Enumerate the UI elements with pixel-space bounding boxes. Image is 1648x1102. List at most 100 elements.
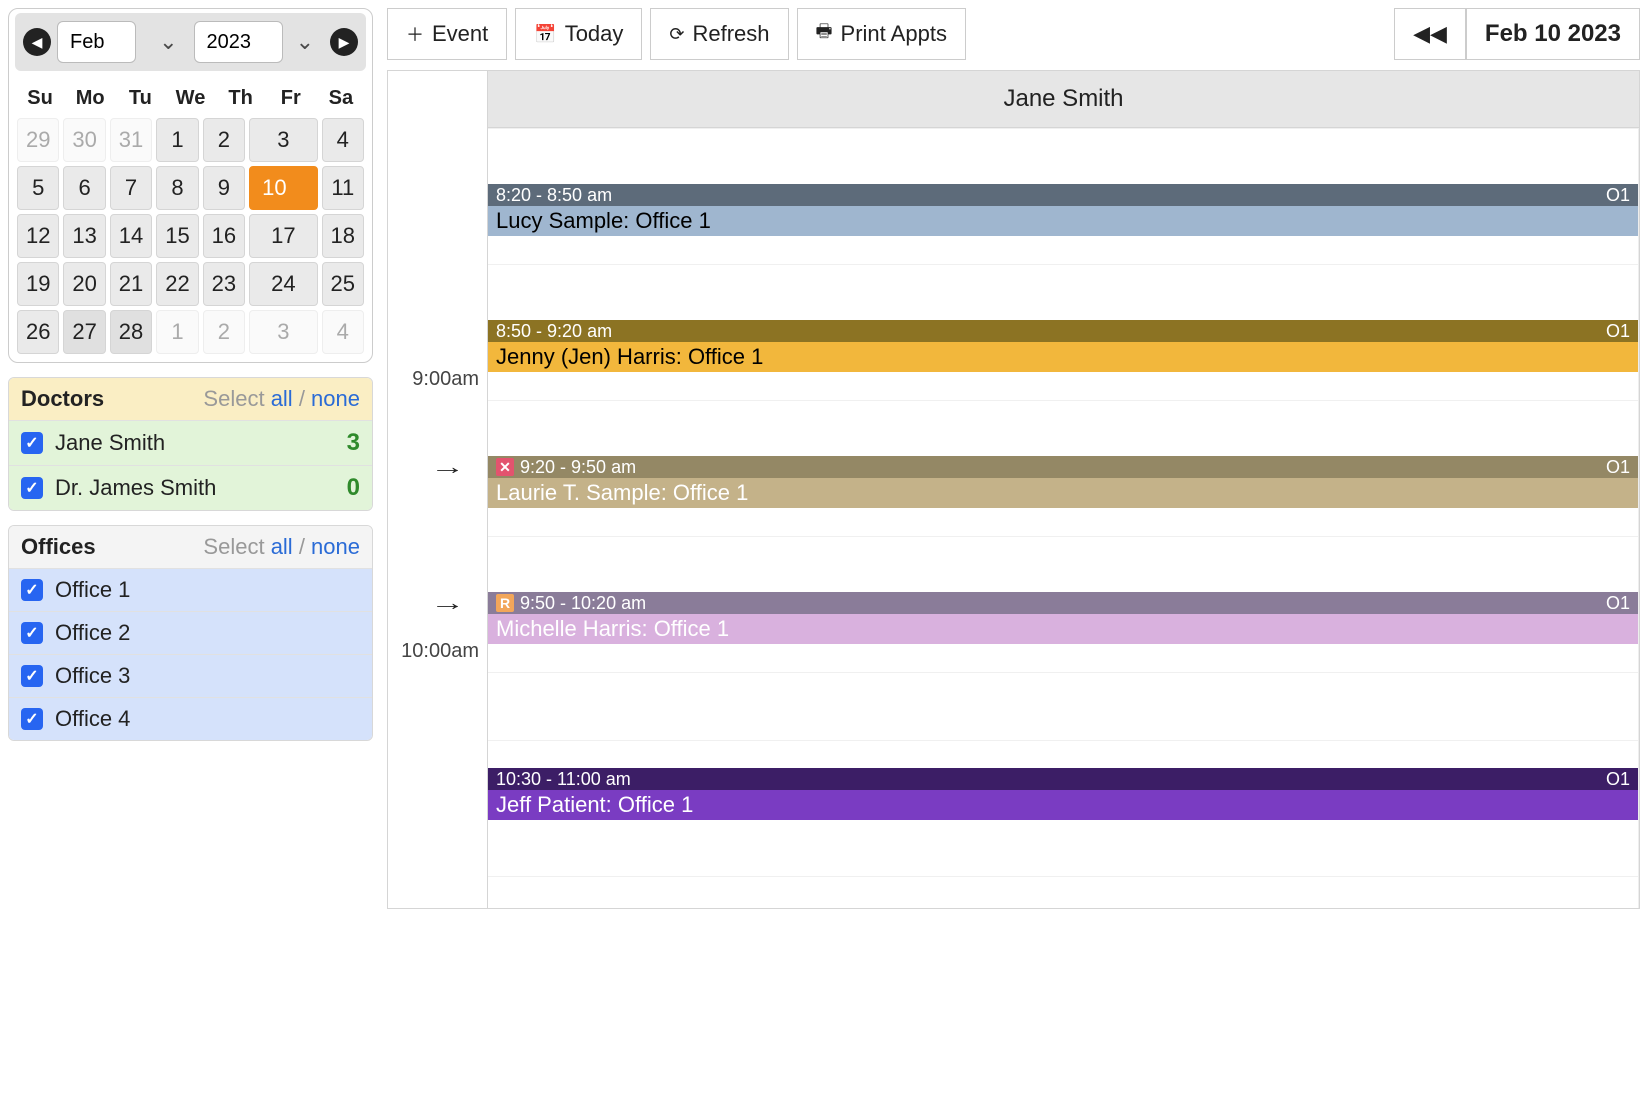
cal-day[interactable]: 1 bbox=[156, 118, 198, 162]
office-name: Office 4 bbox=[55, 706, 130, 732]
cal-dow: Su bbox=[15, 81, 65, 116]
offices-select-all[interactable]: all bbox=[271, 534, 293, 559]
cal-day[interactable]: 24 bbox=[249, 262, 317, 306]
doctor-name: Dr. James Smith bbox=[55, 475, 216, 501]
appointment[interactable]: 8:20 - 8:50 am O1Lucy Sample: Office 1 bbox=[488, 184, 1638, 312]
checkbox[interactable] bbox=[21, 622, 43, 644]
cal-day[interactable]: 21 bbox=[110, 262, 152, 306]
cal-day[interactable]: 11 bbox=[322, 166, 364, 210]
cal-day[interactable]: 4 bbox=[322, 310, 364, 354]
cal-day[interactable]: 4 bbox=[322, 118, 364, 162]
doctors-title: Doctors bbox=[21, 386, 104, 412]
doctors-select-all[interactable]: all bbox=[271, 386, 293, 411]
doctors-select-none[interactable]: none bbox=[311, 386, 360, 411]
cal-day[interactable]: 27 bbox=[63, 310, 105, 354]
office-row[interactable]: Office 2 bbox=[9, 611, 372, 654]
hour-label: 10:00am bbox=[401, 640, 479, 663]
cal-day[interactable]: 12 bbox=[17, 214, 59, 258]
cal-day[interactable]: 7 bbox=[110, 166, 152, 210]
offices-title: Offices bbox=[21, 534, 96, 560]
appt-office-tag: O1 bbox=[1606, 185, 1630, 206]
doctors-select-links: Select all / none bbox=[203, 386, 360, 412]
schedule-column[interactable]: 8:20 - 8:50 amO1Lucy Sample: Office 18:5… bbox=[488, 128, 1639, 908]
doctor-name: Jane Smith bbox=[55, 430, 165, 456]
office-name: Office 1 bbox=[55, 577, 130, 603]
offices-select-none[interactable]: none bbox=[311, 534, 360, 559]
cal-day[interactable]: 8 bbox=[156, 166, 198, 210]
cal-day[interactable]: 31 bbox=[110, 118, 152, 162]
office-name: Office 3 bbox=[55, 663, 130, 689]
cal-day[interactable]: 25 bbox=[322, 262, 364, 306]
today-button[interactable]: 📅Today bbox=[515, 8, 642, 60]
checkbox[interactable] bbox=[21, 432, 43, 454]
appt-flag-icon: R bbox=[496, 594, 514, 612]
appointment[interactable]: 10:30 - 11:00 amO1Jeff Patient: Office 1 bbox=[488, 768, 1638, 908]
cal-day[interactable]: 18 bbox=[322, 214, 364, 258]
current-date-button[interactable]: Feb 10 2023 bbox=[1466, 8, 1640, 60]
appt-office-tag: O1 bbox=[1606, 769, 1630, 790]
cal-dow: Tu bbox=[115, 81, 165, 116]
cal-day[interactable]: 6 bbox=[63, 166, 105, 210]
event-button[interactable]: ＋Event bbox=[387, 8, 507, 60]
cal-dow: We bbox=[165, 81, 215, 116]
month-select[interactable]: Feb bbox=[57, 21, 136, 63]
doctor-count: 3 bbox=[347, 429, 360, 457]
cal-day[interactable]: 19 bbox=[17, 262, 59, 306]
refresh-button[interactable]: ⟳Refresh bbox=[650, 8, 788, 60]
cal-day[interactable]: 13 bbox=[63, 214, 105, 258]
cal-next-button[interactable]: ▶ bbox=[330, 28, 358, 56]
cal-dow: Fr bbox=[266, 81, 316, 116]
cal-day[interactable]: 29 bbox=[17, 118, 59, 162]
cal-day[interactable]: 20 bbox=[63, 262, 105, 306]
appointment[interactable]: R9:50 - 10:20 amO1Michelle Harris: Offic… bbox=[488, 592, 1638, 720]
cal-day[interactable]: 22 bbox=[156, 262, 198, 306]
checkbox[interactable] bbox=[21, 477, 43, 499]
cal-day[interactable]: 2 bbox=[203, 118, 245, 162]
date-prev-button[interactable]: ◀◀ bbox=[1394, 8, 1466, 60]
mini-calendar: ◀ Feb 2023 ▶ SuMoTuWeThFrSa 293031123456… bbox=[8, 8, 373, 363]
appt-office-tag: O1 bbox=[1606, 321, 1630, 342]
print-icon: 🖶 bbox=[816, 19, 833, 49]
cal-day[interactable]: 1 bbox=[156, 310, 198, 354]
cal-day[interactable]: 30 bbox=[63, 118, 105, 162]
office-row[interactable]: Office 3 bbox=[9, 654, 372, 697]
cal-day[interactable]: 17 bbox=[249, 214, 317, 258]
checkbox[interactable] bbox=[21, 665, 43, 687]
cal-day[interactable]: 3 bbox=[249, 118, 317, 162]
checkbox[interactable] bbox=[21, 708, 43, 730]
checkbox[interactable] bbox=[21, 579, 43, 601]
year-select[interactable]: 2023 bbox=[194, 21, 283, 63]
appt-time: 8:20 - 8:50 am bbox=[496, 185, 612, 206]
cal-day[interactable]: 14 bbox=[110, 214, 152, 258]
cal-day[interactable]: 28 bbox=[110, 310, 152, 354]
appt-office-tag: O1 bbox=[1606, 457, 1630, 478]
cal-prev-button[interactable]: ◀ bbox=[23, 28, 51, 56]
cal-day[interactable]: 3 bbox=[249, 310, 317, 354]
chevron-left-icon: ◀◀ bbox=[1413, 21, 1447, 47]
refresh-icon: ⟳ bbox=[669, 24, 684, 45]
cal-day[interactable]: 16 bbox=[203, 214, 245, 258]
doctor-row[interactable]: Dr. James Smith0 bbox=[9, 465, 372, 510]
doctors-panel: Doctors Select all / none Jane Smith 3 Dr.… bbox=[8, 377, 373, 511]
appt-body: Laurie T. Sample: Office 1 bbox=[488, 478, 1638, 508]
cal-day[interactable]: 10 bbox=[249, 166, 317, 210]
doctor-row[interactable]: Jane Smith 3 bbox=[9, 420, 372, 465]
appointment[interactable]: ✕9:20 - 9:50 amO1Laurie T. Sample: Offic… bbox=[488, 456, 1638, 584]
appointment[interactable]: 8:50 - 9:20 amO1Jenny (Jen) Harris: Offi… bbox=[488, 320, 1638, 448]
office-row[interactable]: Office 1 bbox=[9, 568, 372, 611]
cal-day[interactable]: 9 bbox=[203, 166, 245, 210]
offices-list: Office 1 Office 2 Office 3 Office 4 bbox=[9, 568, 372, 740]
offices-select-links: Select all / none bbox=[203, 534, 360, 560]
appt-body: Lucy Sample: Office 1 bbox=[488, 206, 1638, 236]
appt-flag-icon: ✕ bbox=[496, 458, 514, 476]
cal-day[interactable]: 15 bbox=[156, 214, 198, 258]
appt-body: Jenny (Jen) Harris: Office 1 bbox=[488, 342, 1638, 372]
cal-day[interactable]: 5 bbox=[17, 166, 59, 210]
cal-day[interactable]: 26 bbox=[17, 310, 59, 354]
cal-day[interactable]: 2 bbox=[203, 310, 245, 354]
office-row[interactable]: Office 4 bbox=[9, 697, 372, 740]
offices-panel: Offices Select all / none Office 1Office… bbox=[8, 525, 373, 741]
cal-dow: Th bbox=[216, 81, 266, 116]
cal-day[interactable]: 23 bbox=[203, 262, 245, 306]
print-button[interactable]: 🖶Print Appts bbox=[797, 8, 966, 60]
